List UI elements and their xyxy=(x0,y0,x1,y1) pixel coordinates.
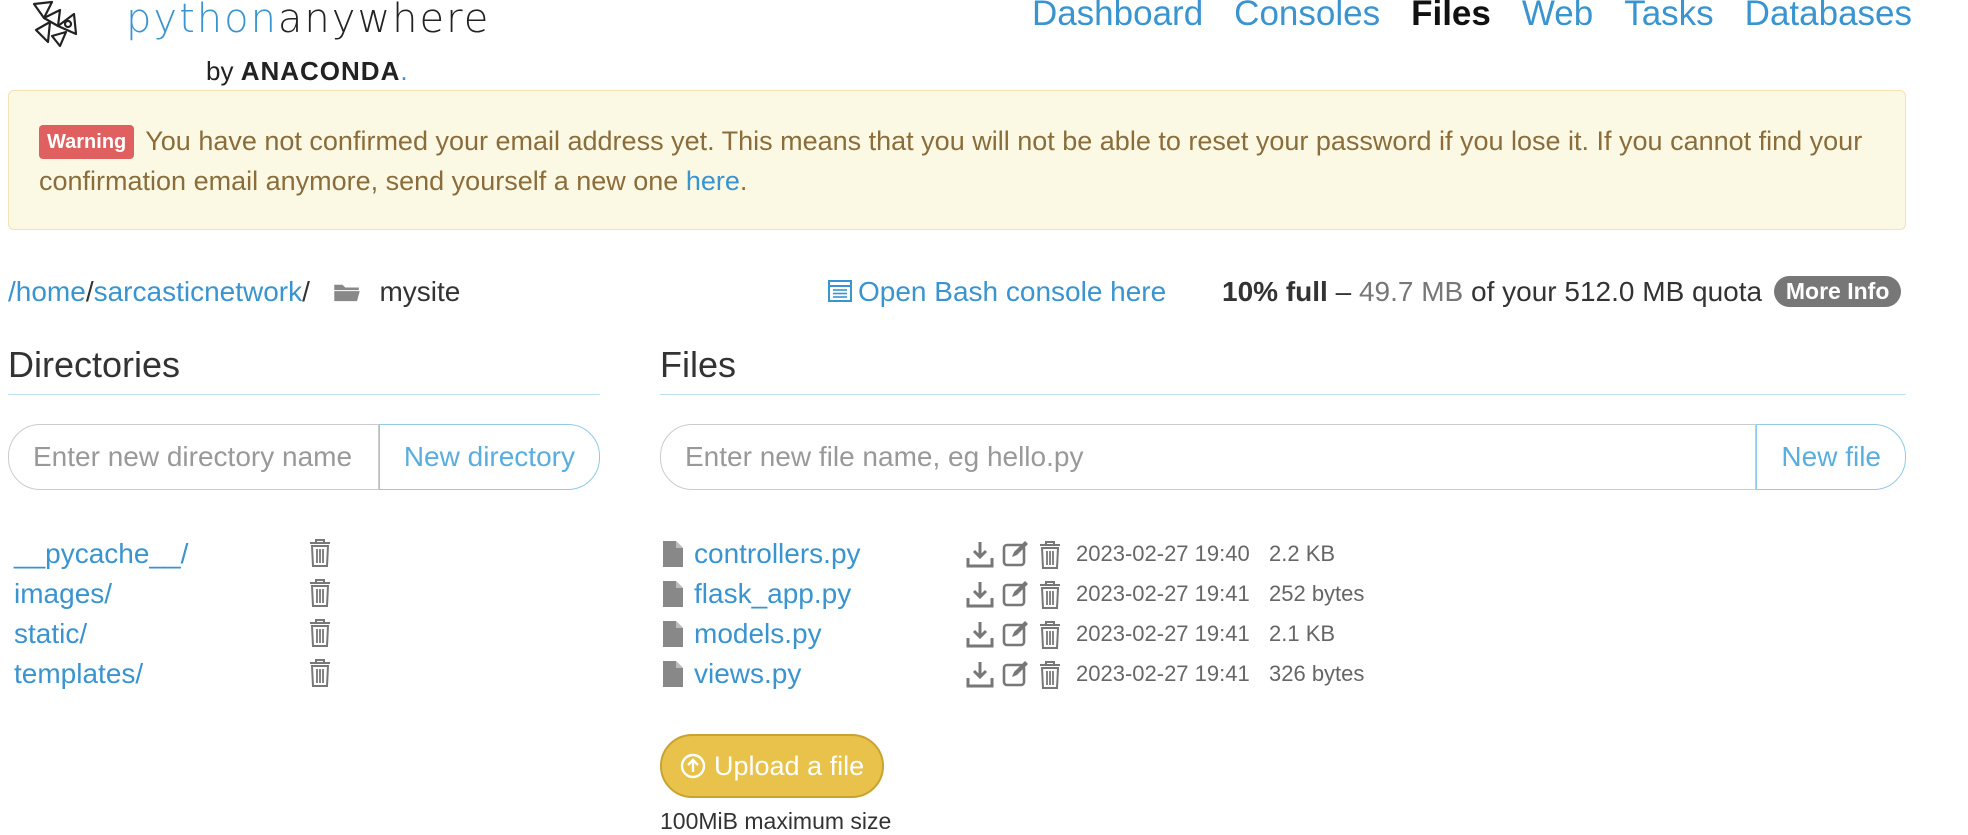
directory-link[interactable]: __pycache__/ xyxy=(14,538,188,569)
directory-list: __pycache__/ images/ static/ templates/ xyxy=(14,534,344,694)
trash-icon[interactable] xyxy=(1038,660,1062,690)
new-directory-button[interactable]: New directory xyxy=(378,424,600,490)
nav-files[interactable]: Files xyxy=(1411,0,1491,34)
edit-icon[interactable] xyxy=(1002,620,1030,648)
file-modified-date: 2023-02-27 19:41 xyxy=(1076,661,1250,686)
new-directory-input[interactable] xyxy=(8,424,379,490)
file-icon xyxy=(663,581,683,607)
nav-dashboard[interactable]: Dashboard xyxy=(1032,0,1203,34)
download-icon[interactable] xyxy=(966,620,994,648)
trash-icon[interactable] xyxy=(1038,580,1062,610)
nav-web[interactable]: Web xyxy=(1522,0,1593,34)
quota-status: 10% full – 49.7 MB of your 512.0 MB quot… xyxy=(1222,276,1902,308)
file-link[interactable]: flask_app.py xyxy=(694,574,851,614)
new-file-button[interactable]: New file xyxy=(1756,424,1906,490)
nav-consoles[interactable]: Consoles xyxy=(1234,0,1380,34)
directory-link[interactable]: templates/ xyxy=(14,658,143,689)
download-icon[interactable] xyxy=(966,660,994,688)
directory-link[interactable]: static/ xyxy=(14,618,87,649)
python-logo-icon xyxy=(32,0,78,48)
file-link[interactable]: views.py xyxy=(694,654,801,694)
current-directory: mysite xyxy=(379,276,461,307)
list-item: __pycache__/ xyxy=(14,534,344,574)
file-size: 252 bytes xyxy=(1269,581,1365,606)
list-item: templates/ xyxy=(14,654,344,694)
table-row: flask_app.py 2023-02-27 19:41 252 bytes xyxy=(660,574,1380,614)
file-icon xyxy=(663,661,683,687)
list-item: images/ xyxy=(14,574,344,614)
directory-link[interactable]: images/ xyxy=(14,578,112,609)
file-icon xyxy=(663,541,683,567)
upload-circle-icon xyxy=(680,753,706,779)
new-file-input[interactable] xyxy=(660,424,1757,490)
file-list: controllers.py 2023-02-27 19:40 2.2 KB f… xyxy=(660,534,1380,694)
table-row: views.py 2023-02-27 19:41 326 bytes xyxy=(660,654,1380,694)
file-icon xyxy=(663,621,683,647)
table-row: controllers.py 2023-02-27 19:40 2.2 KB xyxy=(660,534,1380,574)
quota-used: 49.7 MB xyxy=(1358,276,1464,307)
upload-size-note: 100MiB maximum size xyxy=(660,808,892,834)
edit-icon[interactable] xyxy=(1002,660,1030,688)
new-file-group: New file xyxy=(660,424,1906,490)
warning-badge: Warning xyxy=(39,125,135,159)
trash-icon[interactable] xyxy=(1038,620,1062,650)
download-icon[interactable] xyxy=(966,540,994,568)
resend-confirmation-link[interactable]: here xyxy=(686,166,740,196)
open-bash-console-link[interactable]: Open Bash console here xyxy=(828,276,1166,308)
file-size: 2.2 KB xyxy=(1269,541,1336,566)
directories-heading: Directories xyxy=(8,344,600,395)
edit-icon[interactable] xyxy=(1002,540,1030,568)
folder-open-icon xyxy=(333,284,360,302)
list-item: static/ xyxy=(14,614,344,654)
file-modified-date: 2023-02-27 19:41 xyxy=(1076,621,1250,646)
nav-databases[interactable]: Databases xyxy=(1745,0,1912,34)
edit-icon[interactable] xyxy=(1002,580,1030,608)
table-row: models.py 2023-02-27 19:41 2.1 KB xyxy=(660,614,1380,654)
files-heading: Files xyxy=(660,344,1906,395)
more-info-button[interactable]: More Info xyxy=(1773,276,1902,307)
trash-icon[interactable] xyxy=(308,618,332,648)
quota-percent: 10% full xyxy=(1222,276,1328,307)
breadcrumb-user[interactable]: sarcasticnetwork xyxy=(94,276,303,307)
trash-icon[interactable] xyxy=(308,658,332,688)
console-icon xyxy=(828,280,852,302)
file-link[interactable]: models.py xyxy=(694,614,822,654)
trash-icon[interactable] xyxy=(308,578,332,608)
main-nav: Dashboard Consoles Files Web Tasks Datab… xyxy=(1032,0,1912,34)
download-icon[interactable] xyxy=(966,580,994,608)
brand-wordmark: pythonanywhere xyxy=(126,0,491,42)
file-size: 2.1 KB xyxy=(1269,621,1336,646)
file-modified-date: 2023-02-27 19:40 xyxy=(1076,541,1250,566)
nav-tasks[interactable]: Tasks xyxy=(1624,0,1713,34)
upload-file-button[interactable]: Upload a file xyxy=(660,734,885,798)
breadcrumb: /home/sarcasticnetwork/ mysite xyxy=(8,276,461,307)
file-modified-date: 2023-02-27 19:41 xyxy=(1076,581,1250,606)
file-size: 326 bytes xyxy=(1269,661,1365,686)
warning-text: You have not confirmed your email addres… xyxy=(39,126,1863,196)
brand-byline: by ANACONDA. xyxy=(206,56,408,86)
new-directory-group: New directory xyxy=(8,424,600,490)
trash-icon[interactable] xyxy=(1038,540,1062,570)
email-warning-alert: Warning You have not confirmed your emai… xyxy=(8,90,1906,230)
breadcrumb-home[interactable]: /home xyxy=(8,276,86,307)
file-link[interactable]: controllers.py xyxy=(694,534,861,574)
trash-icon[interactable] xyxy=(308,538,332,568)
brand-logo[interactable]: pythonanywhere by ANACONDA. xyxy=(30,0,500,90)
